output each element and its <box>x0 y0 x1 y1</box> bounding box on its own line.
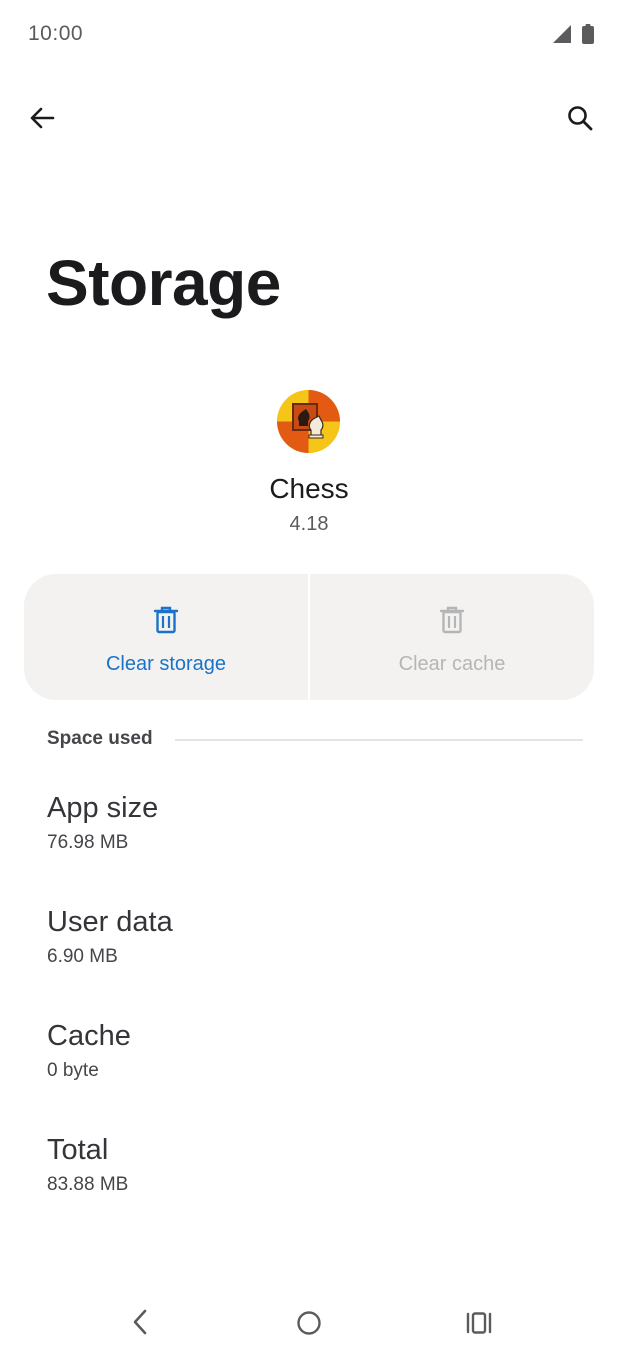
cache-title: Cache <box>47 1020 131 1052</box>
nav-home-button[interactable] <box>292 1308 326 1342</box>
trash-icon <box>439 606 465 639</box>
user-data-title: User data <box>47 906 173 938</box>
clear-cache-button[interactable]: Clear cache <box>308 574 594 700</box>
status-icons <box>552 24 594 49</box>
nav-home-icon <box>295 1309 323 1342</box>
nav-back-icon <box>130 1308 150 1341</box>
nav-back-button[interactable] <box>124 1308 156 1340</box>
app-name: Chess <box>269 473 349 504</box>
page-title: Storage <box>46 247 281 319</box>
search-button[interactable] <box>560 100 600 140</box>
arrow-back-icon <box>28 104 56 137</box>
section-header: Space used <box>47 728 153 749</box>
app-size-title: App size <box>47 792 159 824</box>
cache-value: 0 byte <box>47 1060 99 1081</box>
nav-recents-button[interactable] <box>462 1308 496 1342</box>
trash-icon <box>153 606 179 639</box>
nav-recents-icon <box>465 1309 493 1342</box>
search-icon <box>566 104 594 137</box>
battery-icon <box>582 24 594 49</box>
user-data-value: 6.90 MB <box>47 946 118 967</box>
clear-storage-button[interactable]: Clear storage <box>24 574 308 700</box>
chess-app-icon <box>277 390 340 453</box>
clear-storage-label: Clear storage <box>105 653 227 675</box>
app-version: 4.18 <box>289 513 329 535</box>
back-button[interactable] <box>22 100 62 140</box>
section-divider <box>175 739 583 741</box>
status-time: 10:00 <box>28 22 84 45</box>
clear-cache-label: Clear cache <box>398 653 506 675</box>
signal-icon <box>552 24 572 49</box>
total-title: Total <box>47 1134 109 1166</box>
storage-actions: Clear storage Clear cache <box>24 574 594 700</box>
app-size-value: 76.98 MB <box>47 832 129 853</box>
total-value: 83.88 MB <box>47 1174 129 1195</box>
